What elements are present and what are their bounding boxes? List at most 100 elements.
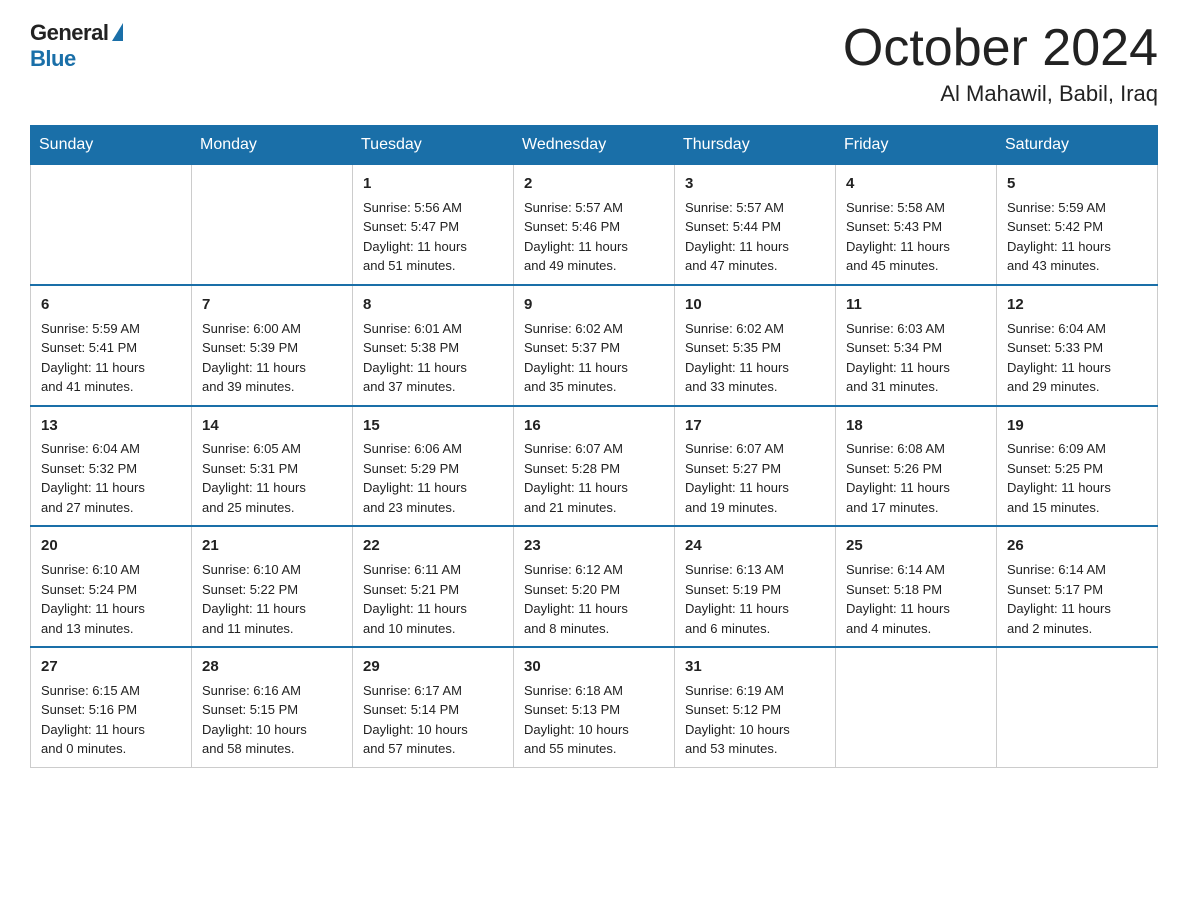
day-number: 25 <box>846 535 986 557</box>
day-info: Sunrise: 6:18 AM Sunset: 5:13 PM Dayligh… <box>524 681 664 759</box>
day-info: Sunrise: 6:07 AM Sunset: 5:27 PM Dayligh… <box>685 439 825 517</box>
day-info: Sunrise: 6:03 AM Sunset: 5:34 PM Dayligh… <box>846 319 986 397</box>
day-number: 15 <box>363 415 503 437</box>
logo-blue-text: Blue <box>30 46 76 71</box>
calendar-day-cell <box>997 647 1158 767</box>
day-info: Sunrise: 6:17 AM Sunset: 5:14 PM Dayligh… <box>363 681 503 759</box>
calendar-week-row: 1 Sunrise: 5:56 AM Sunset: 5:47 PM Daylig… <box>31 165 1158 285</box>
calendar-subtitle: Al Mahawil, Babil, Iraq <box>843 81 1158 107</box>
calendar-day-cell: 16Sunrise: 6:07 AM Sunset: 5:28 PM Dayli… <box>514 406 675 527</box>
day-info: Sunrise: 6:14 AM Sunset: 5:17 PM Dayligh… <box>1007 560 1147 638</box>
title-block: October 2024 Al Mahawil, Babil, Iraq <box>843 20 1158 107</box>
day-number: 23 <box>524 535 664 557</box>
calendar-day-cell: 7 Sunrise: 6:00 AM Sunset: 5:39 PM Daylig… <box>192 285 353 406</box>
calendar-day-cell: 31Sunrise: 6:19 AM Sunset: 5:12 PM Dayli… <box>675 647 836 767</box>
calendar-day-cell: 23Sunrise: 6:12 AM Sunset: 5:20 PM Dayli… <box>514 526 675 647</box>
day-info: Sunrise: 5:59 AM Sunset: 5:41 PM Dayligh… <box>41 319 181 397</box>
calendar-day-cell: 15Sunrise: 6:06 AM Sunset: 5:29 PM Dayli… <box>353 406 514 527</box>
calendar-day-cell: 27 Sunrise: 6:15 AM Sunset: 5:16 PM Dayli… <box>31 647 192 767</box>
calendar-week-row: 6 Sunrise: 5:59 AM Sunset: 5:41 PM Daylig… <box>31 285 1158 406</box>
calendar-day-cell: 24Sunrise: 6:13 AM Sunset: 5:19 PM Dayli… <box>675 526 836 647</box>
day-info: Sunrise: 6:15 AM Sunset: 5:16 PM Dayligh… <box>41 681 181 759</box>
day-info: Sunrise: 5:59 AM Sunset: 5:42 PM Dayligh… <box>1007 198 1147 276</box>
calendar-day-cell: 1 Sunrise: 5:56 AM Sunset: 5:47 PM Daylig… <box>353 165 514 285</box>
day-info: Sunrise: 6:05 AM Sunset: 5:31 PM Dayligh… <box>202 439 342 517</box>
day-number: 29 <box>363 656 503 678</box>
day-number: 4 <box>846 173 986 195</box>
calendar-header-row: SundayMondayTuesdayWednesdayThursdayFrid… <box>31 126 1158 165</box>
day-info: Sunrise: 5:56 AM Sunset: 5:47 PM Dayligh… <box>363 198 503 276</box>
day-number: 30 <box>524 656 664 678</box>
day-info: Sunrise: 5:57 AM Sunset: 5:46 PM Dayligh… <box>524 198 664 276</box>
calendar-day-cell: 13Sunrise: 6:04 AM Sunset: 5:32 PM Dayli… <box>31 406 192 527</box>
calendar-day-cell: 5 Sunrise: 5:59 AM Sunset: 5:42 PM Daylig… <box>997 165 1158 285</box>
calendar-day-cell <box>836 647 997 767</box>
day-number: 12 <box>1007 294 1147 316</box>
calendar-week-row: 27 Sunrise: 6:15 AM Sunset: 5:16 PM Dayli… <box>31 647 1158 767</box>
day-info: Sunrise: 6:10 AM Sunset: 5:24 PM Dayligh… <box>41 560 181 638</box>
calendar-day-cell: 6 Sunrise: 5:59 AM Sunset: 5:41 PM Daylig… <box>31 285 192 406</box>
day-number: 13 <box>41 415 181 437</box>
calendar-day-cell: 17Sunrise: 6:07 AM Sunset: 5:27 PM Dayli… <box>675 406 836 527</box>
logo-general-text: General <box>30 20 108 46</box>
calendar-day-cell: 2 Sunrise: 5:57 AM Sunset: 5:46 PM Daylig… <box>514 165 675 285</box>
day-number: 2 <box>524 173 664 195</box>
day-info: Sunrise: 6:02 AM Sunset: 5:37 PM Dayligh… <box>524 319 664 397</box>
day-info: Sunrise: 6:04 AM Sunset: 5:32 PM Dayligh… <box>41 439 181 517</box>
day-info: Sunrise: 6:14 AM Sunset: 5:18 PM Dayligh… <box>846 560 986 638</box>
day-number: 5 <box>1007 173 1147 195</box>
day-info: Sunrise: 6:16 AM Sunset: 5:15 PM Dayligh… <box>202 681 342 759</box>
day-info: Sunrise: 6:06 AM Sunset: 5:29 PM Dayligh… <box>363 439 503 517</box>
calendar-day-cell: 3 Sunrise: 5:57 AM Sunset: 5:44 PM Daylig… <box>675 165 836 285</box>
day-info: Sunrise: 6:04 AM Sunset: 5:33 PM Dayligh… <box>1007 319 1147 397</box>
day-number: 19 <box>1007 415 1147 437</box>
day-number: 31 <box>685 656 825 678</box>
day-info: Sunrise: 6:11 AM Sunset: 5:21 PM Dayligh… <box>363 560 503 638</box>
day-number: 18 <box>846 415 986 437</box>
day-info: Sunrise: 6:09 AM Sunset: 5:25 PM Dayligh… <box>1007 439 1147 517</box>
day-number: 28 <box>202 656 342 678</box>
calendar-week-row: 13Sunrise: 6:04 AM Sunset: 5:32 PM Dayli… <box>31 406 1158 527</box>
day-info: Sunrise: 5:58 AM Sunset: 5:43 PM Dayligh… <box>846 198 986 276</box>
calendar-table: SundayMondayTuesdayWednesdayThursdayFrid… <box>30 125 1158 768</box>
calendar-day-header: Thursday <box>675 126 836 165</box>
calendar-day-cell: 12 Sunrise: 6:04 AM Sunset: 5:33 PM Dayli… <box>997 285 1158 406</box>
calendar-day-cell: 26 Sunrise: 6:14 AM Sunset: 5:17 PM Dayli… <box>997 526 1158 647</box>
day-info: Sunrise: 5:57 AM Sunset: 5:44 PM Dayligh… <box>685 198 825 276</box>
calendar-day-cell: 9Sunrise: 6:02 AM Sunset: 5:37 PM Daylig… <box>514 285 675 406</box>
calendar-day-header: Sunday <box>31 126 192 165</box>
day-number: 6 <box>41 294 181 316</box>
calendar-title: October 2024 <box>843 20 1158 77</box>
calendar-day-cell: 21Sunrise: 6:10 AM Sunset: 5:22 PM Dayli… <box>192 526 353 647</box>
day-number: 26 <box>1007 535 1147 557</box>
day-number: 27 <box>41 656 181 678</box>
calendar-week-row: 20 Sunrise: 6:10 AM Sunset: 5:24 PM Dayli… <box>31 526 1158 647</box>
day-number: 8 <box>363 294 503 316</box>
calendar-day-header: Saturday <box>997 126 1158 165</box>
calendar-day-cell: 18Sunrise: 6:08 AM Sunset: 5:26 PM Dayli… <box>836 406 997 527</box>
calendar-day-cell: 29 Sunrise: 6:17 AM Sunset: 5:14 PM Dayli… <box>353 647 514 767</box>
day-info: Sunrise: 6:00 AM Sunset: 5:39 PM Dayligh… <box>202 319 342 397</box>
calendar-day-header: Friday <box>836 126 997 165</box>
day-number: 24 <box>685 535 825 557</box>
calendar-day-cell: 14Sunrise: 6:05 AM Sunset: 5:31 PM Dayli… <box>192 406 353 527</box>
calendar-day-cell: 4 Sunrise: 5:58 AM Sunset: 5:43 PM Daylig… <box>836 165 997 285</box>
day-number: 20 <box>41 535 181 557</box>
day-number: 3 <box>685 173 825 195</box>
day-info: Sunrise: 6:10 AM Sunset: 5:22 PM Dayligh… <box>202 560 342 638</box>
calendar-day-cell: 10Sunrise: 6:02 AM Sunset: 5:35 PM Dayli… <box>675 285 836 406</box>
calendar-day-cell: 30 Sunrise: 6:18 AM Sunset: 5:13 PM Dayli… <box>514 647 675 767</box>
day-number: 1 <box>363 173 503 195</box>
calendar-day-cell: 25 Sunrise: 6:14 AM Sunset: 5:18 PM Dayli… <box>836 526 997 647</box>
calendar-day-cell: 20 Sunrise: 6:10 AM Sunset: 5:24 PM Dayli… <box>31 526 192 647</box>
day-number: 7 <box>202 294 342 316</box>
day-number: 17 <box>685 415 825 437</box>
day-number: 22 <box>363 535 503 557</box>
logo: General Blue <box>30 20 123 72</box>
day-info: Sunrise: 6:02 AM Sunset: 5:35 PM Dayligh… <box>685 319 825 397</box>
calendar-day-cell: 8Sunrise: 6:01 AM Sunset: 5:38 PM Daylig… <box>353 285 514 406</box>
calendar-day-header: Tuesday <box>353 126 514 165</box>
calendar-day-cell <box>31 165 192 285</box>
day-info: Sunrise: 6:07 AM Sunset: 5:28 PM Dayligh… <box>524 439 664 517</box>
calendar-day-cell: 28 Sunrise: 6:16 AM Sunset: 5:15 PM Dayli… <box>192 647 353 767</box>
